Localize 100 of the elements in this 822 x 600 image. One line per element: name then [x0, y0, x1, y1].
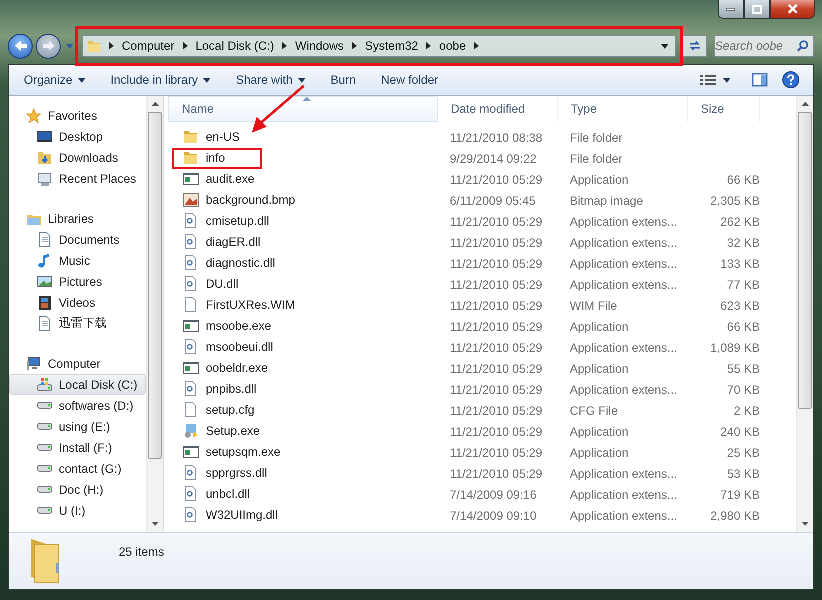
scroll-up-icon[interactable] [802, 102, 808, 106]
scrollbar[interactable] [796, 96, 813, 532]
file-name[interactable]: cmisetup.dll [172, 210, 276, 232]
file-name[interactable]: DU.dll [172, 274, 262, 295]
address-bar[interactable]: Computer Local Disk (C:) Windows System32 oobe [82, 35, 676, 57]
date-cell-text: 11/21/2010 05:29 [449, 298, 544, 312]
file-name[interactable]: diagER.dll [172, 232, 267, 253]
toolbar-button[interactable]: Burn [326, 69, 362, 91]
application-window-icon [183, 444, 199, 460]
toolbar-button[interactable]: Share with [231, 69, 311, 91]
nav-item[interactable]: Favorites [9, 105, 146, 126]
back-button[interactable] [8, 34, 33, 58]
file-name[interactable]: diagnostic.dll [172, 252, 282, 274]
file-name[interactable]: msoobe.exe [172, 316, 278, 337]
chevron-icon[interactable] [282, 42, 288, 50]
breadcrumb[interactable]: System32 [365, 39, 418, 53]
nav-item[interactable]: Music [9, 250, 146, 271]
file-name[interactable]: pnpibs.dll [172, 378, 263, 400]
size-cell: 66 KB [727, 172, 760, 186]
nav-item[interactable]: using (E:) [9, 416, 146, 437]
file-name[interactable]: spprgrss.dll [172, 462, 274, 484]
file-name[interactable]: audit.exe [172, 168, 262, 190]
size-cell: 66 KB [727, 320, 760, 334]
file-name[interactable]: setup.cfg [172, 400, 262, 421]
date-cell-text: 11/21/2010 05:29 [449, 278, 544, 292]
scrollbar[interactable] [146, 96, 163, 532]
chevron-icon[interactable] [182, 42, 188, 50]
file-name[interactable]: setupsqm.exe [172, 442, 287, 463]
minimize-button[interactable] [718, 0, 744, 19]
gear-file-icon [183, 276, 199, 292]
blank-file-icon [183, 402, 199, 418]
size-cell: 32 KB [727, 236, 760, 250]
breadcrumb[interactable]: oobe [439, 39, 466, 53]
column-header[interactable]: Name [168, 96, 438, 122]
folder-icon [183, 150, 199, 166]
chevron-icon[interactable] [352, 42, 358, 50]
drive-icon [37, 376, 53, 392]
nav-item[interactable]: Videos [9, 292, 146, 313]
maximize-button[interactable] [744, 0, 770, 19]
file-name[interactable]: info [172, 148, 262, 169]
nav-item[interactable]: Computer [9, 353, 146, 374]
gear-file-icon [183, 381, 199, 398]
file-name[interactable]: FirstUXRes.WIM [172, 294, 302, 316]
maximize-icon [752, 4, 762, 14]
close-icon [786, 4, 798, 14]
toolbar-button[interactable]: Organize [19, 69, 91, 91]
nav-item[interactable]: softwares (D:) [9, 395, 146, 416]
date-cell-text: 11/21/2010 05:29 [449, 466, 544, 480]
nav-item[interactable]: Install (F:) [9, 437, 146, 458]
scroll-down-icon[interactable] [802, 522, 808, 526]
nav-item[interactable]: Doc (H:) [9, 479, 146, 500]
nav-item[interactable]: Documents [9, 229, 146, 250]
scroll-down-icon[interactable] [152, 522, 158, 526]
file-name[interactable]: unbcl.dll [172, 484, 262, 505]
file-name[interactable]: W32UIImg.dll [172, 504, 284, 526]
type-cell-text: Application extens... [569, 508, 678, 522]
column-header[interactable]: Date modified [438, 96, 558, 122]
column-header[interactable]: Size [688, 96, 760, 122]
toolbar-button[interactable]: New folder [376, 69, 444, 91]
type-cell-text: CFG File [569, 404, 619, 418]
file-name[interactable]: en-US [172, 126, 262, 148]
toolbar-button[interactable]: Include in library [106, 69, 216, 91]
date-cell-text: 11/21/2010 08:38 [449, 130, 544, 144]
type-cell-text: Application [569, 446, 630, 460]
dropdown-icon[interactable] [661, 44, 669, 48]
nav-item[interactable]: Libraries [9, 208, 146, 229]
file-name[interactable]: background.bmp [172, 190, 302, 211]
date-cell-text: 11/21/2010 05:29 [449, 404, 544, 418]
refresh-button[interactable] [682, 35, 707, 57]
close-button[interactable] [770, 0, 815, 19]
nav-item[interactable]: Desktop [9, 126, 146, 147]
chevron-icon[interactable] [426, 42, 432, 50]
caret-icon[interactable] [723, 78, 731, 82]
nav-item[interactable]: Downloads [9, 147, 146, 168]
file-name[interactable]: msoobeui.dll [172, 336, 280, 358]
blank-file-icon [183, 297, 199, 314]
nav-item[interactable]: Recent Places [9, 168, 146, 189]
size-cell: 2 KB [734, 404, 760, 418]
forward-button[interactable] [36, 34, 61, 58]
drive-icon [37, 401, 53, 410]
drive-icon [37, 422, 53, 431]
file-name[interactable]: oobeldr.exe [172, 358, 274, 379]
nav-item[interactable]: U (I:) [9, 500, 146, 521]
search-field[interactable]: Search oobe [714, 35, 814, 57]
scroll-up-icon[interactable] [152, 102, 158, 106]
gear-file-icon [183, 213, 199, 230]
nav-item[interactable]: contact (G:) [9, 458, 146, 479]
breadcrumb[interactable]: Local Disk (C:) [196, 39, 274, 53]
size-cell: 262 KB [720, 214, 760, 228]
nav-item[interactable]: Pictures [9, 271, 146, 292]
breadcrumb[interactable]: Windows [295, 39, 344, 53]
nav-item[interactable]: Local Disk (C:) [9, 374, 146, 395]
file-name[interactable]: Setup.exe [172, 420, 266, 442]
chevron-icon[interactable] [109, 42, 114, 50]
back-arrow-icon [14, 40, 28, 52]
column-header[interactable]: Type [558, 96, 688, 122]
breadcrumb[interactable]: Computer [122, 39, 175, 53]
drive-icon [37, 506, 53, 515]
chevron-icon[interactable] [474, 42, 480, 50]
nav-item[interactable]: 迅雷下载 [9, 313, 146, 334]
